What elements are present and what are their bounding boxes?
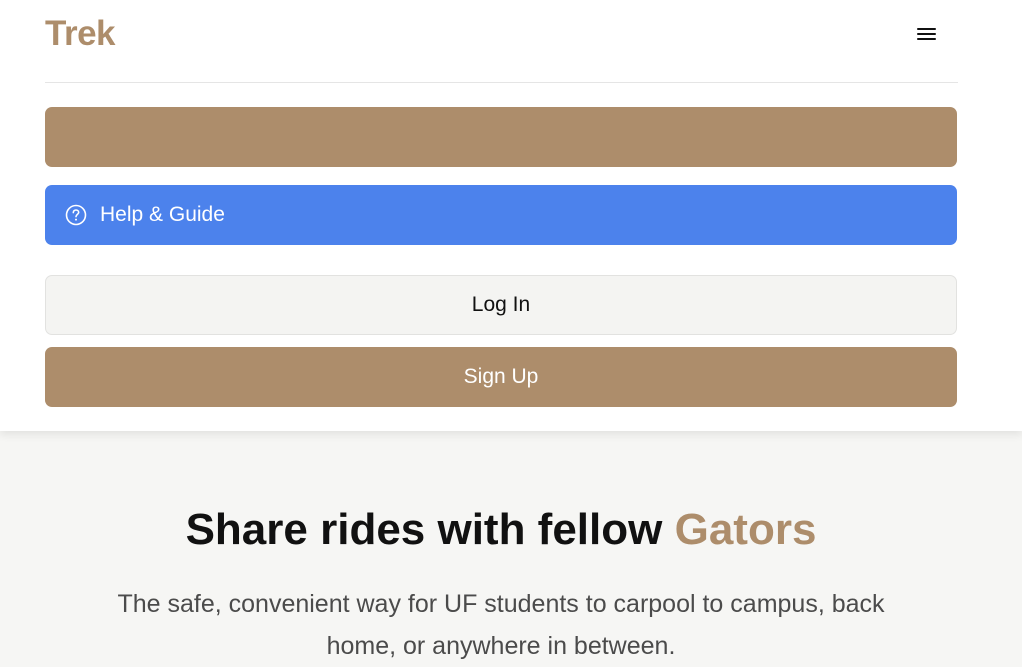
login-button[interactable]: Log In (45, 275, 957, 335)
question-circle-icon (65, 204, 87, 226)
hero-title-accent: Gators (674, 505, 817, 554)
help-guide-button[interactable]: Help & Guide (45, 185, 957, 245)
login-label: Log In (471, 293, 531, 316)
menu-item-placeholder[interactable] (45, 107, 957, 167)
signup-label: Sign Up (463, 365, 539, 388)
hero-title: Share rides with fellow Gators (0, 505, 1002, 555)
help-guide-label: Help & Guide (100, 203, 225, 226)
signup-button[interactable]: Sign Up (45, 347, 957, 407)
hamburger-line (917, 28, 936, 30)
hamburger-line (917, 33, 936, 35)
logo[interactable]: Trek (45, 14, 116, 54)
hero-section: Share rides with fellow Gators The safe,… (0, 431, 1022, 660)
hamburger-line (917, 38, 936, 40)
header: Trek (45, 0, 958, 83)
hero-title-prefix: Share rides with fellow (185, 505, 663, 554)
hamburger-menu-icon[interactable] (917, 25, 936, 43)
hero-subtitle: The safe, convenient way for UF students… (117, 590, 885, 660)
mobile-menu-panel: Trek Help & Guide Log In Sign Up (0, 0, 1022, 431)
